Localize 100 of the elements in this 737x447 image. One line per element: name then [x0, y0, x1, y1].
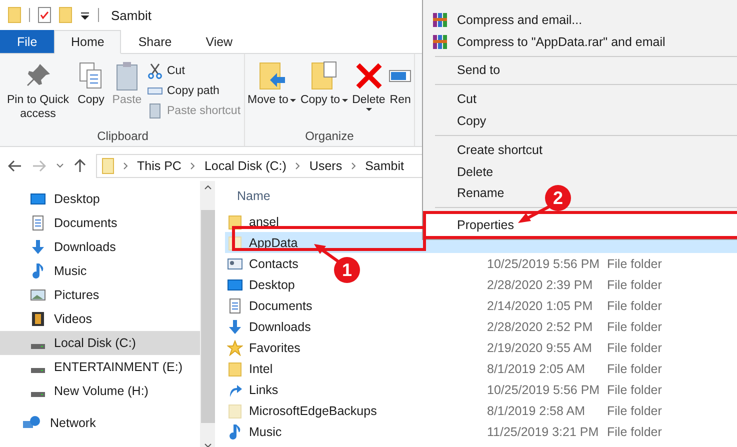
menu-item[interactable]: Properties [423, 211, 737, 239]
sidebar-item[interactable]: Pictures [0, 283, 200, 307]
film-icon [30, 311, 46, 327]
scrollbar[interactable] [200, 181, 215, 447]
file-name: Links [249, 382, 278, 396]
sidebar-item[interactable]: Downloads [0, 235, 200, 259]
chevron-down-icon[interactable] [56, 163, 64, 169]
date-cell-text: 10/25/2019 5:56 PM [487, 382, 601, 396]
file-name: MicrosoftEdgeBackups [249, 404, 377, 418]
ribbon-button[interactable]: Cut [145, 62, 243, 80]
file-name: Music [249, 424, 282, 438]
type-cell: File folder [607, 256, 662, 270]
archive-books-icon [433, 12, 447, 27]
date-cell-text: 2/28/2020 2:52 PM [487, 320, 594, 334]
menu-item[interactable]: Compress to "AppData.rar" and email [433, 30, 666, 53]
properties-check-icon[interactable] [38, 7, 51, 23]
file-name: Documents [249, 298, 312, 312]
contact-card-icon [227, 256, 243, 272]
network-icon [22, 415, 42, 431]
date-cell-text: 2/28/2020 2:39 PM [487, 278, 594, 292]
ribbon-button[interactable]: Delete [350, 58, 388, 129]
archive-books-icon [433, 34, 447, 49]
ribbon-tab[interactable]: File [0, 30, 54, 53]
menu-item[interactable]: Copy [457, 110, 486, 132]
down-arrow-icon [227, 318, 243, 334]
chevron-right-icon [295, 162, 300, 170]
folder-icon [227, 214, 243, 230]
date-cell-text: 2/19/2020 9:55 AM [487, 340, 593, 354]
star-icon [227, 340, 243, 356]
sidebar-label: Documents [54, 216, 118, 230]
breadcrumb[interactable]: Sambit [365, 159, 404, 173]
chevron-right-icon [190, 162, 196, 170]
sidebar-label: Pictures [54, 288, 100, 302]
sidebar-item[interactable]: Local Disk (C:) [0, 331, 200, 355]
folder-icon [227, 360, 243, 376]
caret-icon [290, 98, 296, 102]
folder-icon [227, 402, 243, 418]
menu-item[interactable]: Compress and email... [433, 9, 582, 31]
sidebar-label: Music [54, 264, 87, 278]
sidebar-item[interactable]: Documents [0, 211, 200, 235]
sidebar-label: Videos [54, 312, 92, 326]
chevron-right-icon [123, 162, 128, 170]
date-cell-text: 11/25/2019 3:21 PM [487, 424, 600, 438]
up-arrow-icon[interactable] [74, 159, 86, 173]
menu-item[interactable]: Rename [457, 182, 504, 204]
desktop-icon [30, 191, 46, 207]
sidebar-item[interactable]: Music [0, 259, 200, 283]
file-name: Desktop [249, 278, 295, 292]
ribbon-button[interactable]: Move to [246, 58, 298, 129]
ribbon-button[interactable]: Copy to [298, 58, 350, 129]
ribbon-button[interactable]: Copy path [145, 82, 243, 100]
ribbon-button[interactable]: Pin to Quick access [3, 58, 73, 129]
ribbon-button[interactable]: Copy [73, 58, 109, 129]
type-cell: File folder [607, 340, 662, 354]
scroll-up-icon[interactable] [204, 185, 212, 190]
chevron-right-icon [351, 162, 356, 170]
ribbon-button[interactable]: Ren [387, 58, 414, 129]
sidebar-item[interactable]: New Volume (H:) [0, 379, 200, 403]
dropdown-icon[interactable] [80, 10, 90, 20]
group-label: Organize [304, 129, 355, 145]
type-cell: File folder [607, 404, 662, 418]
shortcut-icon [147, 103, 163, 119]
breadcrumb[interactable]: Local Disk (C:) [204, 159, 286, 173]
breadcrumb[interactable]: This PC [137, 159, 182, 173]
music-note-icon [227, 424, 243, 440]
desktop-icon [227, 276, 243, 292]
file-name: Downloads [249, 320, 311, 334]
scroll-down-icon[interactable] [204, 443, 212, 447]
rename-field-icon [389, 70, 412, 82]
type-cell: File folder [607, 382, 662, 396]
date-cell-text: 8/1/2019 2:05 AM [487, 362, 586, 376]
caret-icon [342, 98, 348, 102]
document-icon [227, 298, 243, 314]
menu-item[interactable]: Cut [457, 88, 476, 110]
sidebar-label: New Volume (H:) [54, 384, 148, 398]
drive-icon [30, 344, 46, 348]
file-name: Intel [249, 362, 273, 376]
folder-icon [102, 158, 114, 174]
breadcrumb[interactable]: Users [309, 159, 342, 173]
sidebar-item[interactable]: Desktop [0, 187, 200, 211]
group-label: Clipboard [96, 129, 150, 145]
sidebar-item[interactable]: Videos [0, 307, 200, 331]
column-header[interactable]: Name [237, 189, 270, 203]
picture-icon [30, 287, 46, 303]
type-cell: File folder [607, 362, 662, 376]
sidebar-label: Downloads [54, 240, 116, 254]
sidebar-label: Desktop [54, 192, 100, 206]
caret-icon [366, 108, 372, 111]
date-cell-text: 2/14/2020 1:05 PM [487, 298, 594, 312]
sidebar-item[interactable]: ENTERTAINMENT (E:) [0, 355, 200, 379]
document-icon [30, 215, 46, 231]
menu-item[interactable]: Send to [457, 60, 500, 82]
sidebar-label: Network [50, 416, 96, 430]
back-arrow-icon[interactable] [8, 160, 22, 172]
type-cell: File folder [607, 278, 662, 292]
type-cell: File folder [607, 320, 662, 334]
down-arrow-icon [30, 239, 46, 255]
sidebar-item[interactable]: Network [0, 411, 200, 435]
ribbon-tab[interactable]: Home [54, 30, 122, 54]
file-name: AppData [249, 236, 298, 250]
